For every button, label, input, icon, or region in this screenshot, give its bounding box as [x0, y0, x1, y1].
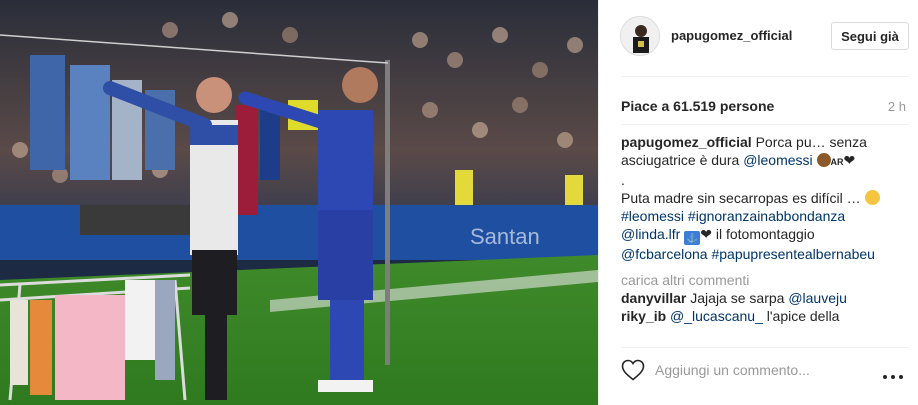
- comments-section: papugomez_official Porca pu… senza asciu…: [621, 133, 903, 336]
- caption-line-3: #leomessi #ignoranzainabbondanza: [621, 207, 903, 225]
- mention-fcbarcelona[interactable]: @fcbarcelona: [621, 246, 708, 262]
- mention-leomessi[interactable]: @leomessi: [743, 152, 812, 168]
- caption-line-4: @linda.lfr ⚓ ❤ il fotomontaggio: [621, 225, 903, 245]
- caption-line-2: Puta madre sin secarropas es difícil …: [621, 189, 903, 207]
- comment-username[interactable]: riky_ib: [621, 308, 666, 324]
- add-comment-bar: [599, 347, 918, 405]
- caption-text-spanish: Puta madre sin secarropas es difícil …: [621, 190, 861, 206]
- header-divider: [621, 76, 909, 77]
- following-button[interactable]: Segui già: [831, 22, 909, 50]
- caption-line-5: @fcbarcelona #papupresentealbernabeu: [621, 245, 903, 263]
- caption: papugomez_official Porca pu… senza asciu…: [621, 133, 903, 171]
- svg-text:Santan: Santan: [470, 224, 540, 249]
- likes-count[interactable]: Piace a 61.519 persone: [621, 98, 774, 114]
- header-username[interactable]: papugomez_official: [671, 28, 792, 43]
- more-dots-icon[interactable]: [883, 366, 911, 379]
- comment-row: riky_ib @_lucascanu_ l'apice della: [621, 307, 903, 325]
- laughing-face-icon: [864, 190, 880, 205]
- post-photo[interactable]: Santan: [0, 0, 598, 405]
- load-more-comments[interactable]: carica altri commenti: [621, 271, 903, 289]
- see-no-evil-monkey-icon: [816, 153, 831, 167]
- anchor-icon: ⚓: [684, 231, 701, 245]
- post-timestamp[interactable]: 2 h: [888, 99, 906, 114]
- likes-divider: [621, 124, 909, 125]
- black-heart-icon: ❤: [700, 226, 712, 242]
- comment-username[interactable]: danyvillar: [621, 290, 686, 306]
- hashtag-papu[interactable]: #papupresentealbernabeu: [711, 246, 874, 262]
- comment-row: danyvillar Jajaja se sarpa @lauveju: [621, 289, 903, 307]
- photo-illustration: Santan: [0, 0, 598, 405]
- heart-outline-icon[interactable]: [621, 359, 645, 381]
- caption-text-fotomontaggio: il fotomontaggio: [715, 226, 815, 242]
- comment-mention[interactable]: @_lucascanu_: [670, 308, 763, 324]
- comment-text: l'apice della: [762, 308, 840, 324]
- post-header: papugomez_official Segui già: [599, 0, 918, 76]
- caption-username[interactable]: papugomez_official: [621, 134, 752, 150]
- comment-text: Jajaja se sarpa: [690, 290, 789, 306]
- hashtag-leomessi[interactable]: #leomessi: [621, 208, 684, 224]
- avatar[interactable]: [620, 16, 660, 56]
- avatar-image: [621, 17, 659, 55]
- caption-dot: .: [621, 172, 625, 188]
- mention-linda[interactable]: @linda.lfr: [621, 226, 680, 242]
- comment-mention[interactable]: @lauveju: [788, 290, 847, 306]
- ar-flag-text: AR: [830, 157, 844, 167]
- add-comment-input[interactable]: [655, 359, 875, 381]
- post-details-panel: papugomez_official Segui già Piace a 61.…: [598, 0, 918, 405]
- hashtag-ignoranza[interactable]: #ignoranzainabbondanza: [688, 208, 845, 224]
- heart-emoji-icon: ❤: [843, 152, 856, 168]
